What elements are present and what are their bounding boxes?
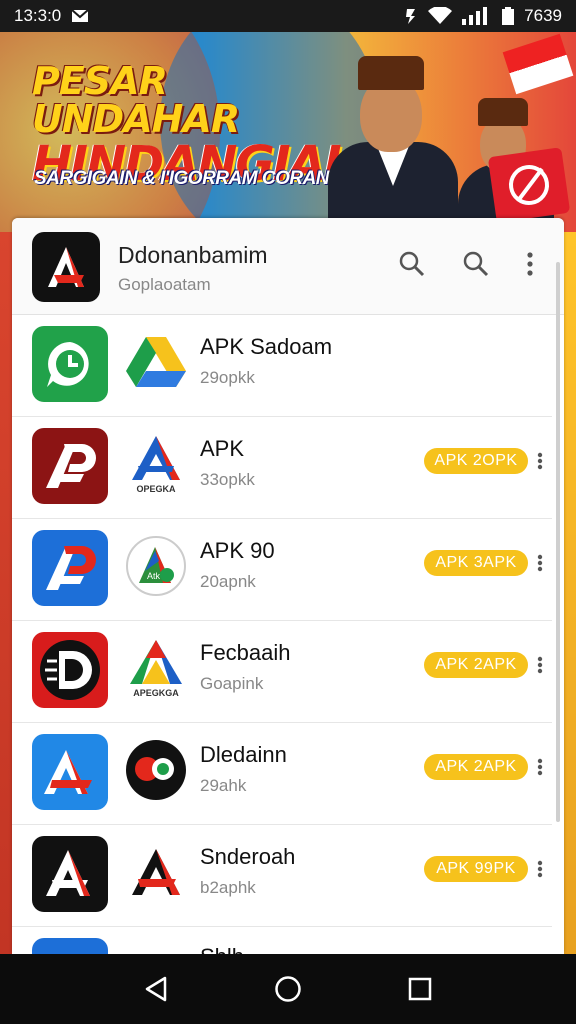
banner-title-line1: PESAR UNDAHAR: [32, 59, 240, 141]
banner-subtitle: SARGIGAIN & I'IGORRAM CORANI: [34, 168, 334, 189]
item-title: Dledainn: [200, 742, 287, 767]
list-item[interactable]: OPEGKA APK 33opkk APK 2OPK: [12, 416, 552, 519]
recents-icon[interactable]: [400, 969, 440, 1009]
apk-badge[interactable]: APK 2APK: [424, 754, 528, 780]
app-subtitle: Goplaoatam: [118, 275, 211, 294]
svg-text:Atk: Atk: [147, 571, 161, 581]
more-vert-icon[interactable]: [532, 548, 548, 578]
drive-icon: [124, 328, 188, 396]
list-item[interactable]: Dledainn 29ahk APK 2APK: [12, 722, 552, 825]
list-item[interactable]: APEGKGA Fecbaaih Goapink APK 2APK: [12, 620, 552, 723]
navigation-bar: [0, 954, 576, 1024]
partial-icon: [32, 938, 108, 954]
chat-clock-icon: [32, 326, 108, 402]
item-size: 29opkk: [200, 368, 255, 387]
more-vert-icon[interactable]: [532, 446, 548, 476]
side-decoration: [0, 232, 12, 954]
item-title: Shlh: [200, 944, 244, 954]
item-title: APK Sadoam: [200, 334, 333, 359]
icon-caption: APEGKGA: [133, 688, 179, 698]
mail-icon: [71, 8, 89, 24]
app-header: Ddonanbamim Goplaoatam: [12, 218, 564, 315]
d-round-icon: [32, 632, 108, 708]
apk-badge[interactable]: APK 2OPK: [424, 448, 528, 474]
more-vert-icon: [527, 252, 533, 276]
battery-icon: [502, 7, 515, 25]
side-decoration: [564, 232, 576, 954]
promo-banner[interactable]: PESAR UNDAHAR HINDANGIAI SARGIGAIN & I'I…: [0, 32, 576, 232]
apk-badge[interactable]: APK 99PK: [424, 856, 528, 882]
item-title: APK 90: [200, 538, 275, 563]
a-red-icon: [124, 838, 188, 906]
item-size: 20apnk: [200, 572, 256, 591]
search-icon: [463, 251, 489, 277]
status-time: 13:3:0: [14, 6, 62, 25]
ap-logo-icon: [32, 428, 108, 504]
item-size: 29ahk: [200, 776, 247, 795]
banner-person-image: [318, 42, 468, 232]
item-size: 33opkk: [200, 470, 255, 489]
list-item[interactable]: Snderoah b2aphk APK 99PK: [12, 824, 552, 927]
a-triangle-icon: OPEGKA: [124, 430, 188, 498]
home-icon[interactable]: [268, 969, 308, 1009]
more-options-button[interactable]: [520, 246, 540, 282]
back-icon[interactable]: [136, 969, 176, 1009]
icon-caption: OPEGKA: [136, 484, 176, 494]
no-sign-icon: [487, 147, 571, 223]
app-card: Ddonanbamim Goplaoatam APK Sadoam 29opkk…: [12, 218, 564, 954]
app-name: Ddonanbamim: [118, 242, 268, 268]
more-vert-icon[interactable]: [532, 752, 548, 782]
more-vert-icon[interactable]: [532, 650, 548, 680]
drive-triangle-icon: APEGKGA: [124, 634, 188, 702]
status-bar: 13:3:0 7639: [0, 0, 576, 32]
more-vert-icon[interactable]: [532, 854, 548, 884]
item-title: Fecbaaih: [200, 640, 291, 665]
list-item[interactable]: Shlh: [12, 926, 552, 954]
item-title: APK: [200, 436, 245, 461]
data-icon: [404, 7, 418, 25]
scrollbar[interactable]: [556, 262, 560, 822]
item-size: b2aphk: [200, 878, 256, 897]
a-blue-icon: [32, 734, 108, 810]
apk-badge[interactable]: APK 2APK: [424, 652, 528, 678]
ao-circle-icon: [124, 736, 188, 804]
ap-logo-blue-icon: [32, 530, 108, 606]
wifi-icon: [428, 7, 453, 25]
item-title: Snderoah: [200, 844, 296, 869]
signal-icon: [462, 7, 492, 25]
search-icon: [399, 251, 425, 277]
a-black-icon: [32, 836, 108, 912]
app-logo-icon[interactable]: [32, 232, 100, 302]
battery-text: 7639: [524, 6, 562, 25]
search-button[interactable]: [394, 246, 430, 282]
partial-icon: [124, 940, 188, 954]
search-button-2[interactable]: [458, 246, 494, 282]
item-size: Goapink: [200, 674, 264, 693]
list-item[interactable]: APK Sadoam 29opkk: [12, 314, 552, 417]
apk-badge[interactable]: APK 3APK: [424, 550, 528, 576]
atk-round-icon: Atk: [124, 532, 188, 600]
list-item[interactable]: Atk APK 90 20apnk APK 3APK: [12, 518, 552, 621]
